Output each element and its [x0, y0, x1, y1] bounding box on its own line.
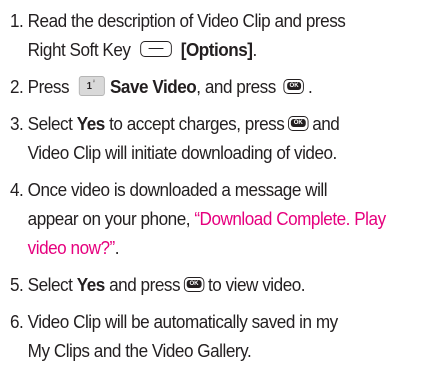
- yes-label: Yes: [76, 274, 106, 295]
- step-text: to accept charges, press: [109, 113, 285, 134]
- ok-key-icon: OK: [288, 115, 309, 131]
- right-soft-key-icon: [139, 41, 172, 58]
- step-text: and press: [109, 274, 181, 295]
- save-video-label: Save Video: [109, 76, 197, 97]
- step-text: Video Clip will be automatically saved i…: [27, 311, 339, 332]
- ok-key-label: OK: [286, 81, 302, 90]
- punctuation: .: [308, 76, 313, 97]
- step-number: 5.: [10, 274, 24, 295]
- step-text: Right Soft Key: [27, 39, 131, 60]
- step-6: 6. Video Clip will be automatically save…: [10, 307, 412, 365]
- step-4: 4. Once video is downloaded a message wi…: [10, 175, 412, 262]
- step-number: 4.: [10, 179, 24, 200]
- step-number: 1.: [10, 10, 24, 31]
- step-3: 3. Select Yes to accept charges, press OK…: [10, 109, 412, 167]
- step-text: Read the description of Video Clip and p…: [27, 10, 346, 31]
- step-text: Select: [27, 274, 73, 295]
- instruction-steps: 1. Read the description of Video Clip an…: [10, 6, 412, 373]
- key-sub: ♀: [91, 79, 97, 86]
- step-number: 2.: [10, 76, 24, 97]
- step-5: 5. Select Yes and press OK to view video.: [10, 270, 412, 299]
- step-1: 1. Read the description of Video Clip an…: [10, 6, 412, 64]
- step-text: Video Clip will initiate downloading of …: [27, 142, 338, 163]
- step-text: Select: [27, 113, 73, 134]
- step-text: to view video.: [207, 274, 306, 295]
- step-text: , and press: [196, 76, 276, 97]
- one-key-icon: 1♀: [78, 76, 105, 97]
- step-text: My Clips and the Video Gallery.: [27, 340, 252, 361]
- yes-label: Yes: [76, 113, 106, 134]
- step-text: Once video is downloaded a message will: [27, 179, 328, 200]
- options-label: [Options]: [180, 39, 253, 60]
- step-2: 2. Press 1♀ Save Video, and press OK.: [10, 72, 412, 101]
- step-text: appear on your phone,: [27, 208, 191, 229]
- step-number: 6.: [10, 311, 24, 332]
- step-text: Press: [27, 76, 70, 97]
- ok-key-label: OK: [290, 118, 306, 127]
- punctuation: .: [114, 237, 120, 258]
- ok-key-icon: OK: [183, 276, 205, 292]
- step-text: and: [312, 113, 340, 134]
- ok-key-label: OK: [186, 279, 202, 288]
- step-number: 3.: [10, 113, 24, 134]
- punctuation: .: [252, 39, 258, 60]
- ok-key-icon: OK: [283, 78, 305, 94]
